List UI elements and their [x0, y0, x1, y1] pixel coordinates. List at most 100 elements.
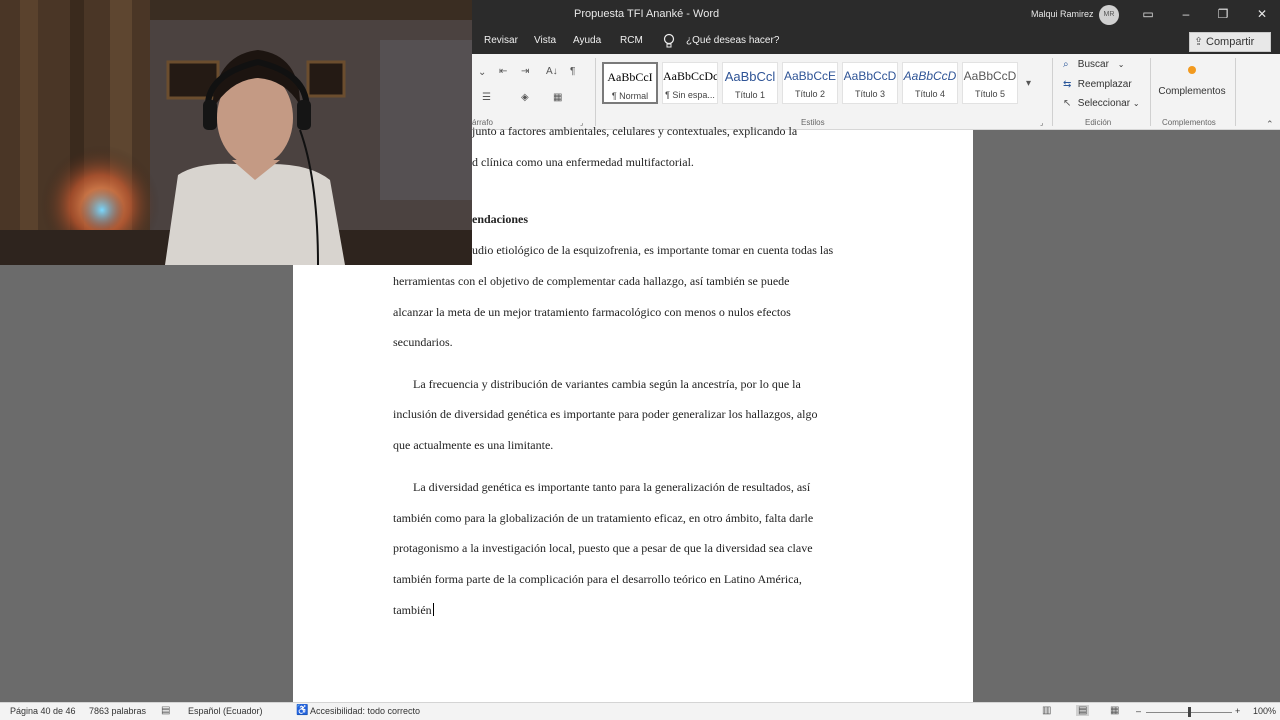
style-preview: AaBbCcD: [843, 69, 897, 83]
word-count[interactable]: 7863 palabras: [89, 706, 146, 716]
accessibility-icon[interactable]: ♿: [296, 705, 308, 716]
style-no-spacing[interactable]: AaBbCcDc ¶ Sin espa...: [662, 62, 718, 104]
addins-label: Complementos: [1158, 86, 1226, 97]
doc-line: udio etiológico de la esquizofrenia, es …: [472, 243, 834, 257]
find-button[interactable]: ⌕ Buscar ⌄: [1063, 59, 1124, 70]
doc-line-text: también: [393, 603, 432, 617]
style-heading-1[interactable]: AaBbCcl Título 1: [722, 62, 778, 104]
doc-line: La diversidad genética es importante tan…: [413, 480, 811, 494]
doc-line: La frecuencia y distribución de variante…: [413, 377, 801, 391]
styles-group-label: Estilos: [801, 118, 825, 127]
addins-group-label: Complementos: [1162, 118, 1216, 127]
style-preview: AaBbCcD: [903, 69, 957, 83]
page-count[interactable]: Página 40 de 46: [10, 706, 76, 716]
share-button[interactable]: ⇪ Compartir: [1189, 32, 1271, 52]
replace-label: Reemplazar: [1077, 79, 1132, 90]
style-name: Título 3: [854, 89, 885, 99]
doc-line: también forma parte de la complicación p…: [393, 572, 802, 586]
styles-more-icon[interactable]: ▾: [1026, 78, 1031, 90]
style-name: Título 4: [914, 89, 945, 99]
style-heading-2[interactable]: AaBbCcE Título 2: [782, 62, 838, 104]
style-preview: AaBbCcI: [607, 70, 653, 84]
proofing-icon[interactable]: ▤: [161, 705, 170, 716]
line-spacing-icon[interactable]: ☰: [482, 92, 491, 104]
group-divider: [1150, 58, 1151, 126]
tab-revisar[interactable]: Revisar: [484, 35, 518, 46]
close-icon[interactable]: ✕: [1254, 6, 1270, 22]
status-bar: Página 40 de 46 7863 palabras ▤ Español …: [0, 702, 1280, 720]
tell-me-search[interactable]: ¿Qué deseas hacer?: [686, 35, 779, 46]
style-name: Título 5: [974, 89, 1005, 99]
style-name: Título 2: [794, 89, 825, 99]
tab-ayuda[interactable]: Ayuda: [573, 35, 601, 46]
doc-line-last: también: [393, 603, 434, 618]
group-divider: [1235, 58, 1236, 126]
doc-line: herramientas con el objetivo de compleme…: [393, 274, 790, 288]
user-name[interactable]: Malqui Ramirez: [1031, 9, 1094, 19]
zoom-out-button[interactable]: –: [1136, 706, 1141, 716]
text-cursor: [432, 603, 434, 616]
chevron-down-icon: ⌄: [1117, 60, 1125, 69]
multilevel-list-dropdown-icon[interactable]: ⌄: [478, 67, 486, 79]
styles-dialog-launcher-icon[interactable]: ⌟: [1040, 118, 1043, 130]
replace-button[interactable]: ⇆ Reemplazar: [1063, 79, 1132, 90]
select-label: Seleccionar: [1077, 98, 1131, 109]
style-normal[interactable]: AaBbCcI ¶ Normal: [602, 62, 658, 104]
select-button[interactable]: ↖ Seleccionar ⌄: [1063, 98, 1140, 109]
section-heading: endaciones: [472, 212, 529, 226]
sort-icon[interactable]: A↓: [546, 66, 558, 78]
find-label: Buscar: [1077, 59, 1109, 70]
share-icon: ⇪: [1194, 36, 1204, 48]
show-formatting-icon[interactable]: ¶: [570, 66, 575, 78]
doc-line: d clínica como una enfermedad multifacto…: [472, 155, 694, 169]
ribbon-display-options-icon[interactable]: ▭: [1140, 6, 1156, 22]
user-avatar[interactable]: MR: [1099, 5, 1119, 25]
style-name: ¶ Sin espa...: [665, 90, 715, 100]
style-preview: AaBbCcDc: [663, 69, 718, 83]
doc-line: alcanzar la meta de un mejor tratamiento…: [393, 305, 791, 319]
doc-line: junto a factores ambientales, celulares …: [472, 124, 798, 138]
language[interactable]: Español (Ecuador): [188, 706, 263, 716]
doc-line: inclusión de diversidad genética es impo…: [393, 407, 818, 421]
cursor-icon: ↖: [1063, 98, 1072, 109]
share-label: Compartir: [1206, 36, 1255, 48]
style-preview: AaBbCcD: [963, 69, 1017, 83]
style-heading-4[interactable]: AaBbCcD Título 4: [902, 62, 958, 104]
increase-indent-icon[interactable]: ⇥: [521, 66, 529, 78]
group-divider: [1052, 58, 1053, 126]
style-name: Título 1: [734, 90, 765, 100]
tab-rcm[interactable]: RCM: [620, 35, 643, 46]
borders-icon[interactable]: ▦: [553, 92, 562, 104]
accessibility-status[interactable]: Accesibilidad: todo correcto: [310, 706, 420, 716]
zoom-in-button[interactable]: +: [1235, 706, 1240, 716]
group-divider: [595, 58, 596, 126]
document-title: Propuesta TFI Ananké - Word: [574, 8, 720, 20]
style-heading-3[interactable]: AaBbCcD Título 3: [842, 62, 898, 104]
zoom-slider-thumb[interactable]: [1188, 707, 1191, 717]
webcam-overlay: [0, 0, 472, 265]
addins-button[interactable]: Complementos: [1156, 62, 1228, 106]
collapse-ribbon-icon[interactable]: ⌃: [1266, 118, 1274, 130]
style-preview: AaBbCcl: [724, 69, 776, 84]
webcam-video: [0, 0, 472, 265]
shading-icon[interactable]: ◈: [521, 92, 529, 104]
lightbulb-icon: [663, 33, 675, 48]
read-mode-icon[interactable]: ▥: [1042, 705, 1051, 716]
edit-group-label: Edición: [1085, 118, 1112, 127]
web-layout-icon[interactable]: ▦: [1110, 705, 1119, 716]
doc-line: que actualmente es una limitante.: [393, 438, 554, 452]
tab-vista[interactable]: Vista: [534, 35, 556, 46]
style-preview: AaBbCcE: [783, 69, 837, 83]
addins-icon: [1188, 66, 1196, 74]
restore-icon[interactable]: ❐: [1215, 6, 1231, 22]
doc-line: protagonismo a la investigación local, p…: [393, 541, 813, 555]
decrease-indent-icon[interactable]: ⇤: [499, 66, 507, 78]
zoom-level[interactable]: 100%: [1253, 706, 1276, 716]
search-icon: ⌕: [1063, 59, 1069, 70]
print-layout-icon[interactable]: ▤: [1076, 705, 1090, 716]
minimize-icon[interactable]: –: [1178, 6, 1194, 22]
style-heading-5[interactable]: AaBbCcD Título 5: [962, 62, 1018, 104]
doc-line: secundarios.: [393, 335, 453, 349]
style-name: ¶ Normal: [611, 91, 649, 101]
replace-icon: ⇆: [1063, 79, 1072, 90]
